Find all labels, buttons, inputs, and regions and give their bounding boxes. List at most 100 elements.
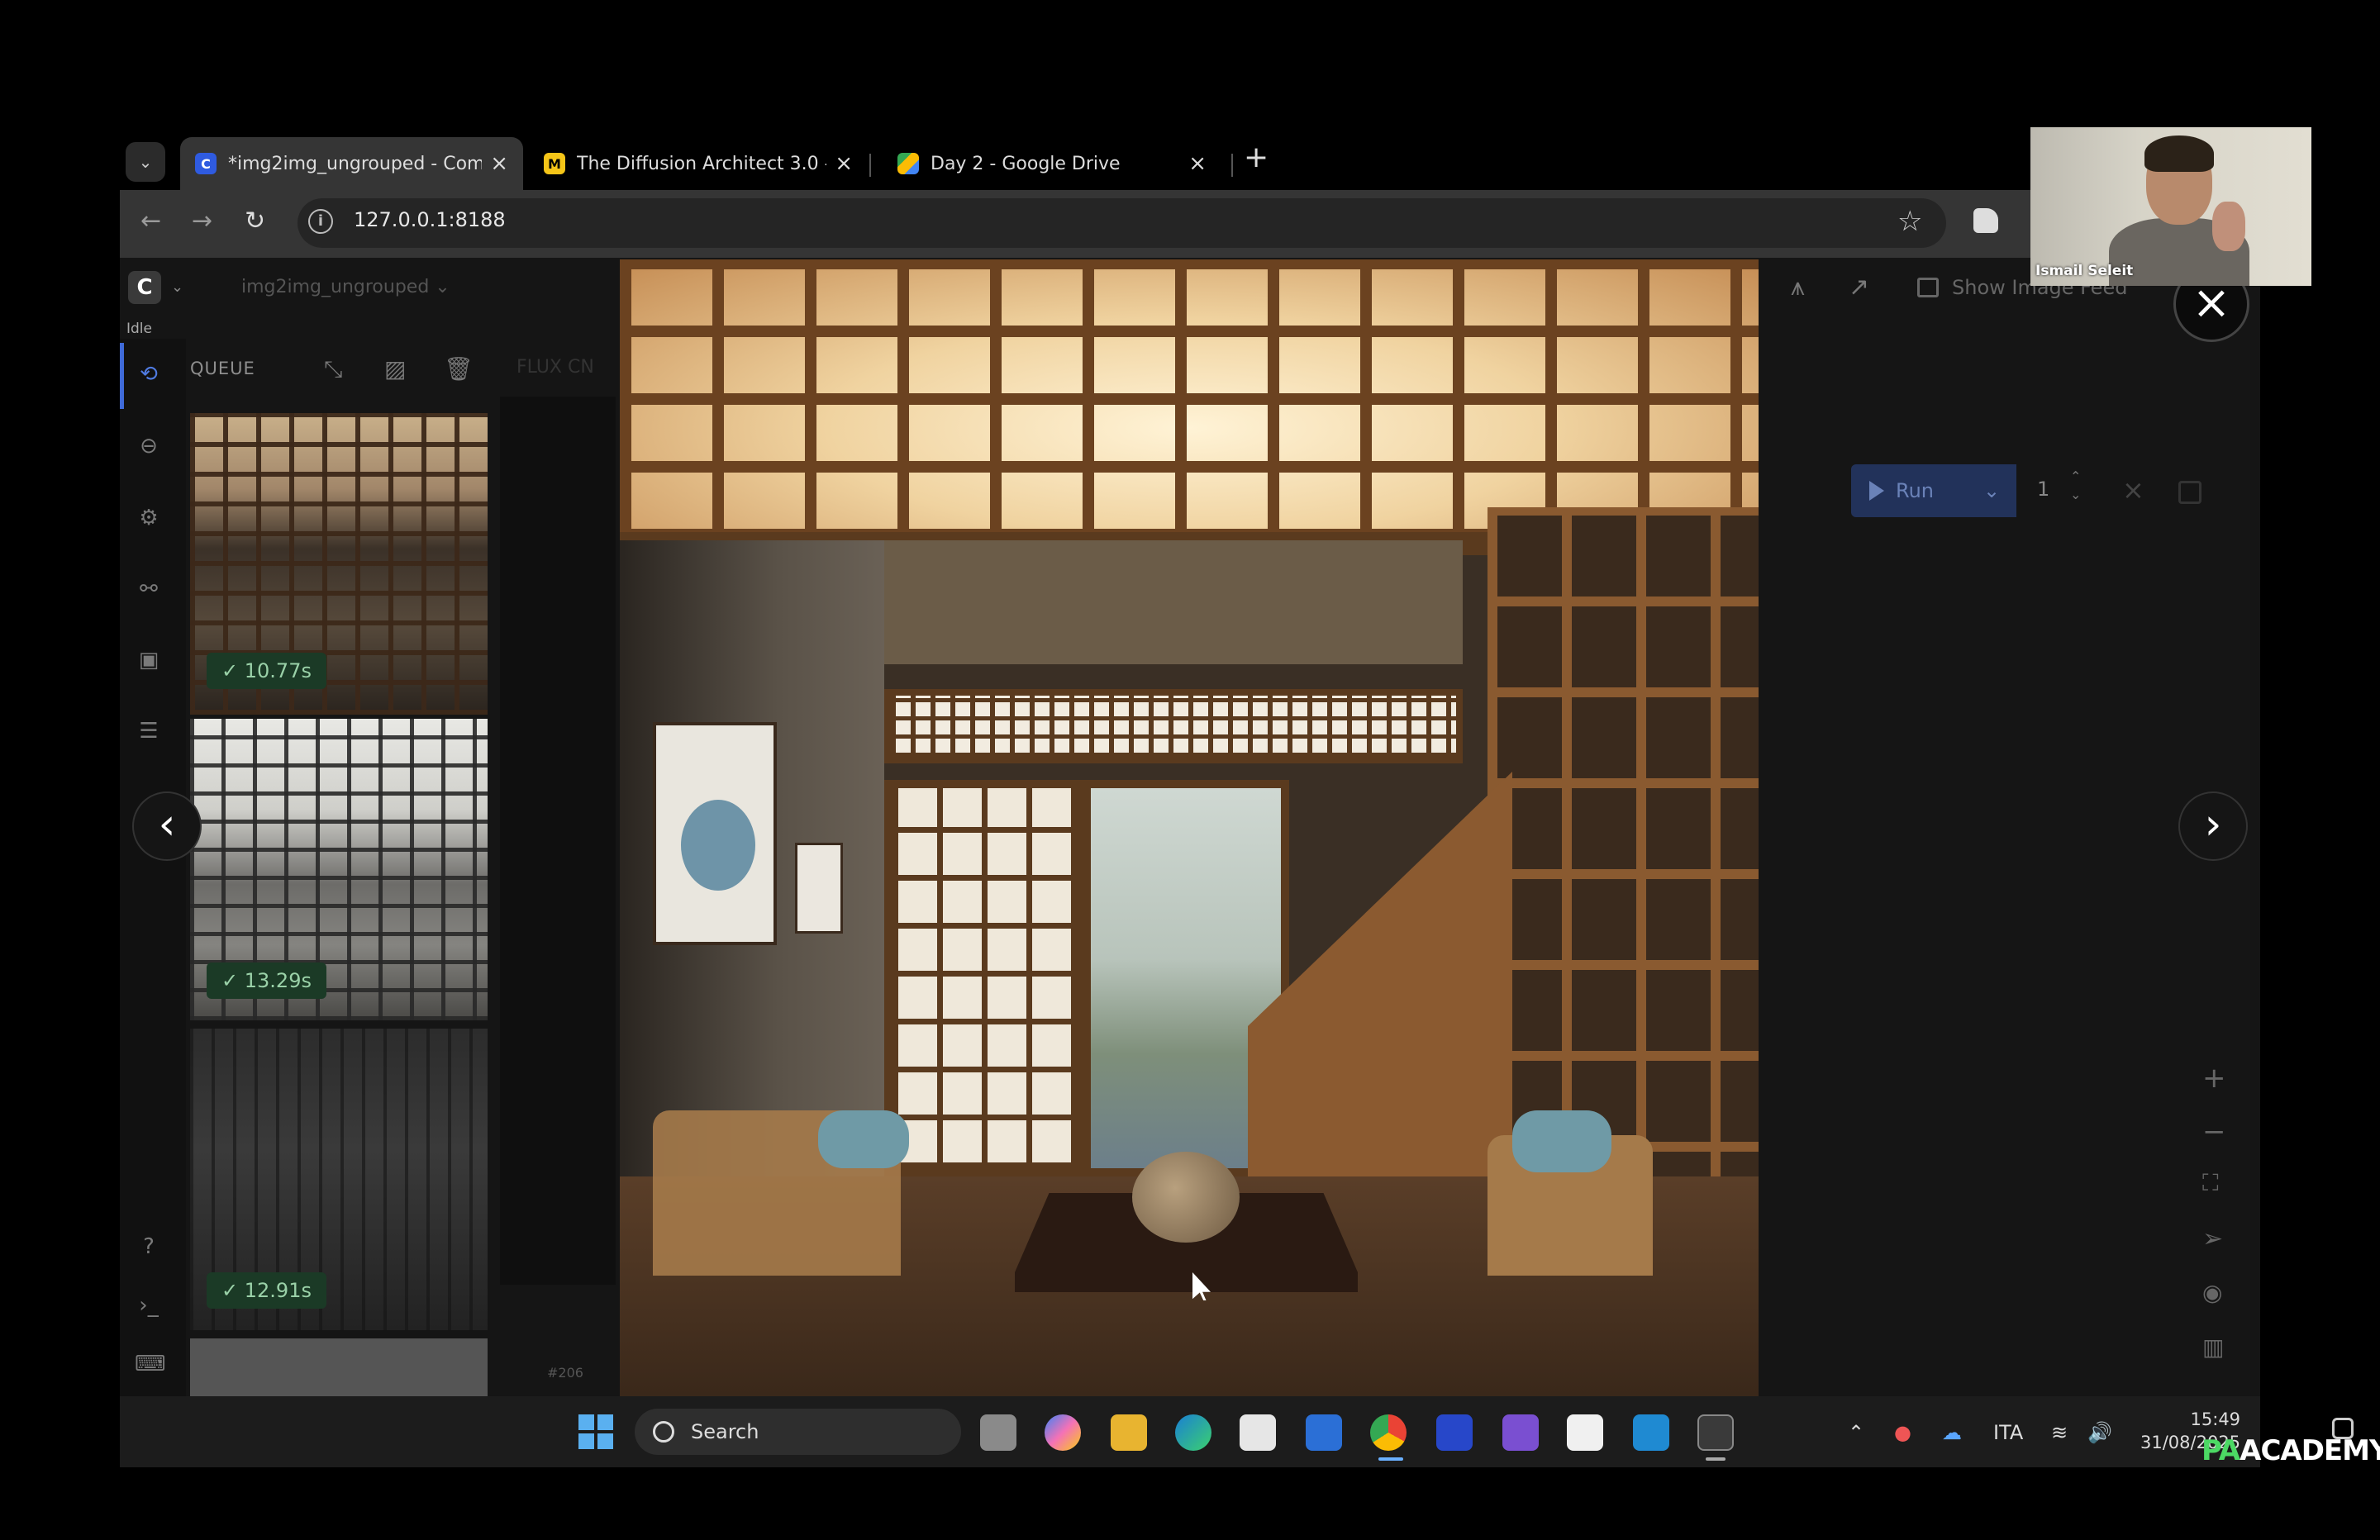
extension-icon[interactable] bbox=[1973, 208, 1998, 233]
bookmark-star-icon[interactable]: ☆ bbox=[1897, 205, 1922, 238]
comfyui-app-icon[interactable] bbox=[1436, 1414, 1473, 1451]
model-library-icon[interactable]: ⚙ bbox=[135, 506, 163, 534]
tab-title: *img2img_ungrouped - Comfy bbox=[228, 153, 483, 174]
chrome-icon[interactable] bbox=[1370, 1414, 1407, 1451]
active-app-indicator bbox=[1378, 1457, 1403, 1461]
zoom-out-icon[interactable]: − bbox=[2202, 1115, 2226, 1148]
collapse-icon[interactable]: ⤡ bbox=[324, 355, 342, 383]
tab-diffusion-architect[interactable]: M The Diffusion Architect 3.0 - M × bbox=[529, 137, 868, 190]
visual-studio-icon[interactable] bbox=[1502, 1414, 1539, 1451]
tab-title: The Diffusion Architect 3.0 - M bbox=[577, 153, 827, 174]
share-icon[interactable]: ↗ bbox=[1849, 273, 1869, 302]
sidebar-active-indicator bbox=[120, 343, 124, 409]
task-view-icon[interactable] bbox=[980, 1414, 1016, 1451]
network-status-icon[interactable]: ● bbox=[1894, 1421, 1911, 1444]
onedrive-icon[interactable]: ☁ bbox=[1942, 1421, 1962, 1444]
wifi-icon[interactable]: ≋ bbox=[2051, 1421, 2068, 1444]
forward-icon[interactable]: → bbox=[192, 207, 212, 235]
preview-vase bbox=[1132, 1152, 1240, 1243]
graph-icon[interactable]: ⩚ bbox=[1791, 273, 1805, 302]
windows-icon[interactable] bbox=[578, 1414, 613, 1449]
store-icon[interactable] bbox=[1240, 1414, 1276, 1451]
comfyui-logo[interactable]: C bbox=[128, 271, 161, 304]
help-icon[interactable]: ? bbox=[135, 1234, 163, 1262]
copilot-icon[interactable] bbox=[1045, 1414, 1081, 1451]
caption-icon bbox=[2332, 1418, 2354, 1439]
panel-tab-label: FLUX CN bbox=[516, 357, 594, 378]
outlook-icon[interactable] bbox=[1306, 1414, 1342, 1451]
webcam-overlay: Ismail Seleit bbox=[2030, 127, 2311, 286]
terminal-icon[interactable]: ›_ bbox=[135, 1293, 163, 1321]
address-bar[interactable] bbox=[298, 198, 1946, 248]
trash-icon[interactable]: 🗑 bbox=[444, 355, 474, 383]
batch-count-stepper[interactable]: ⌃ ⌄ bbox=[2070, 468, 2081, 504]
preview-pillow bbox=[818, 1110, 909, 1168]
terminal-app-icon[interactable] bbox=[1697, 1414, 1734, 1451]
language-indicator[interactable]: ITA bbox=[1993, 1421, 2023, 1444]
webcam-name-label: Ismail Seleit bbox=[2035, 263, 2134, 279]
preview-ceiling bbox=[620, 259, 1759, 540]
tab-separator bbox=[869, 154, 871, 177]
preview-pillow bbox=[1512, 1110, 1611, 1172]
templates-icon[interactable]: ☰ bbox=[135, 719, 163, 747]
back-icon[interactable]: ← bbox=[140, 207, 161, 235]
cancel-run-icon[interactable]: × bbox=[2122, 474, 2144, 506]
eye-icon[interactable]: ◉ bbox=[2202, 1279, 2222, 1306]
paacademy-watermark: PAACADEMY bbox=[2202, 1434, 2380, 1467]
webcam-person-hand bbox=[2212, 202, 2245, 251]
queue-item-time-badge: ✓ 10.77s bbox=[207, 653, 326, 689]
taskbar-search[interactable]: Search bbox=[635, 1409, 961, 1455]
comfyui-favicon-icon: C bbox=[195, 153, 217, 174]
chevron-down-icon[interactable]: ⌄ bbox=[171, 278, 183, 296]
keyboard-icon[interactable]: ⌨ bbox=[135, 1352, 166, 1380]
close-tab-icon[interactable]: × bbox=[490, 151, 508, 176]
webcam-person-hair bbox=[2144, 135, 2214, 172]
close-tab-icon[interactable]: × bbox=[1188, 151, 1207, 176]
edge-icon[interactable] bbox=[1175, 1414, 1211, 1451]
locate-icon[interactable]: ➢ bbox=[2202, 1224, 2223, 1253]
workflow-name[interactable]: img2img_ungrouped ⌄ bbox=[241, 277, 450, 297]
tab-google-drive[interactable]: Day 2 - Google Drive × bbox=[883, 137, 1221, 190]
preview-shoji-transom bbox=[884, 689, 1463, 763]
preview-back-wall bbox=[884, 540, 1463, 664]
image-icon[interactable]: ▣ bbox=[135, 648, 163, 676]
stop-icon[interactable] bbox=[2178, 481, 2202, 504]
zoom-in-icon[interactable]: + bbox=[2202, 1062, 2226, 1095]
new-tab-icon[interactable]: + bbox=[1244, 140, 1269, 174]
fit-view-icon[interactable]: ⛶ bbox=[2202, 1169, 2219, 1197]
next-arrow-icon[interactable]: › bbox=[2178, 791, 2248, 861]
volume-icon[interactable]: 🔊 bbox=[2087, 1421, 2112, 1444]
minimap-icon[interactable]: ▥ bbox=[2202, 1333, 2224, 1361]
node-id-label: #206 bbox=[547, 1365, 583, 1381]
prev-arrow-icon[interactable]: ‹ bbox=[132, 791, 202, 861]
queue-item-time-badge: ✓ 12.91s bbox=[207, 1272, 326, 1309]
preview-wall-art-small bbox=[795, 843, 843, 934]
open-app-indicator bbox=[1706, 1457, 1726, 1461]
tab-comfyui[interactable]: C *img2img_ungrouped - Comfy × bbox=[180, 137, 523, 190]
tab-dropdown-icon[interactable]: ⌄ bbox=[126, 142, 165, 182]
queue-item-thumbnail[interactable] bbox=[190, 1338, 488, 1396]
reload-icon[interactable]: ↻ bbox=[245, 207, 265, 235]
node-library-icon[interactable]: ⊖ bbox=[135, 434, 163, 462]
gallery-icon[interactable]: ▨ bbox=[384, 355, 406, 383]
url-text[interactable]: 127.0.0.1:8188 bbox=[354, 208, 506, 231]
tab-title: Day 2 - Google Drive bbox=[931, 153, 1121, 174]
workflow-icon[interactable]: ⚯ bbox=[135, 577, 163, 605]
file-explorer-icon[interactable] bbox=[1111, 1414, 1147, 1451]
site-info-icon[interactable]: i bbox=[308, 209, 333, 234]
queue-title: QUEUE bbox=[190, 359, 255, 378]
tray-overflow-icon[interactable]: ⌃ bbox=[1848, 1421, 1864, 1444]
miro-favicon-icon: M bbox=[544, 153, 565, 174]
status-text: Idle bbox=[126, 321, 152, 337]
queue-item-time-badge: ✓ 13.29s bbox=[207, 962, 326, 999]
image-preview[interactable] bbox=[620, 259, 1759, 1396]
history-icon[interactable]: ⟲ bbox=[135, 362, 163, 390]
image-feed-icon[interactable] bbox=[1917, 278, 1939, 297]
tab-separator bbox=[1231, 154, 1233, 177]
batch-count-input[interactable]: 1 bbox=[2037, 478, 2049, 501]
run-options-dropdown[interactable]: ⌄ bbox=[1967, 464, 2016, 517]
clock-time: 15:49 bbox=[2190, 1409, 2241, 1429]
close-tab-icon[interactable]: × bbox=[835, 151, 853, 176]
vscode-icon[interactable] bbox=[1633, 1414, 1669, 1451]
app-window-icon[interactable] bbox=[1567, 1414, 1603, 1451]
